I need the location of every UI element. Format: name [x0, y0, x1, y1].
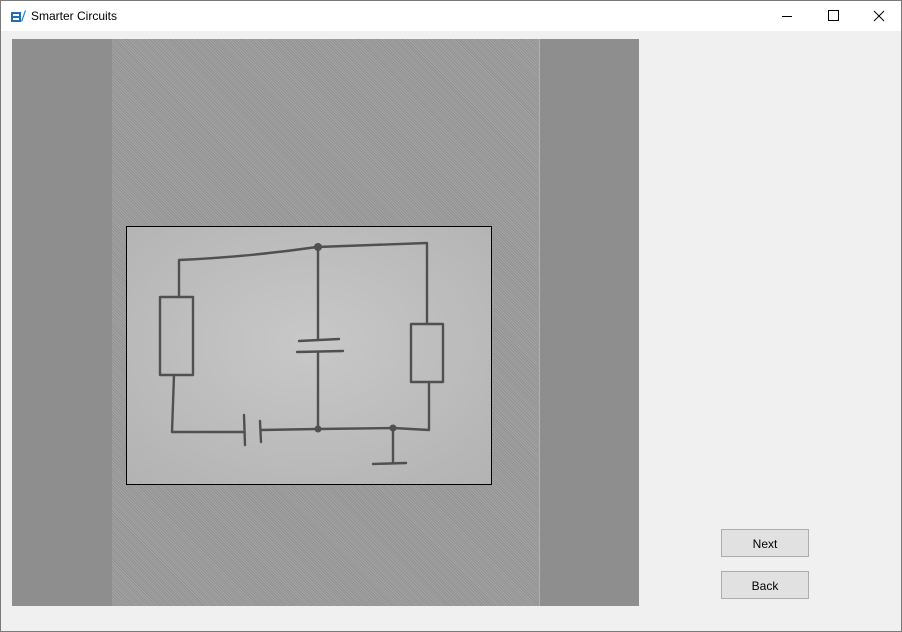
maximize-icon	[828, 10, 839, 21]
close-icon	[873, 10, 885, 22]
minimize-icon	[782, 16, 792, 17]
title-bar[interactable]: Smarter Circuits	[1, 1, 901, 31]
hand-drawn-circuit-photo	[127, 227, 491, 484]
back-button[interactable]: Back	[721, 571, 809, 599]
circuit-photo	[126, 226, 492, 485]
preview-band-edge	[539, 39, 540, 606]
image-preview-panel	[12, 39, 639, 606]
app-window: Smarter Circuits Next Back	[0, 0, 902, 632]
close-button[interactable]	[856, 1, 901, 31]
next-button[interactable]: Next	[721, 529, 809, 557]
maximize-button[interactable]	[810, 1, 856, 31]
minimize-button[interactable]	[764, 1, 810, 31]
app-icon	[10, 8, 26, 24]
window-title: Smarter Circuits	[31, 9, 118, 23]
